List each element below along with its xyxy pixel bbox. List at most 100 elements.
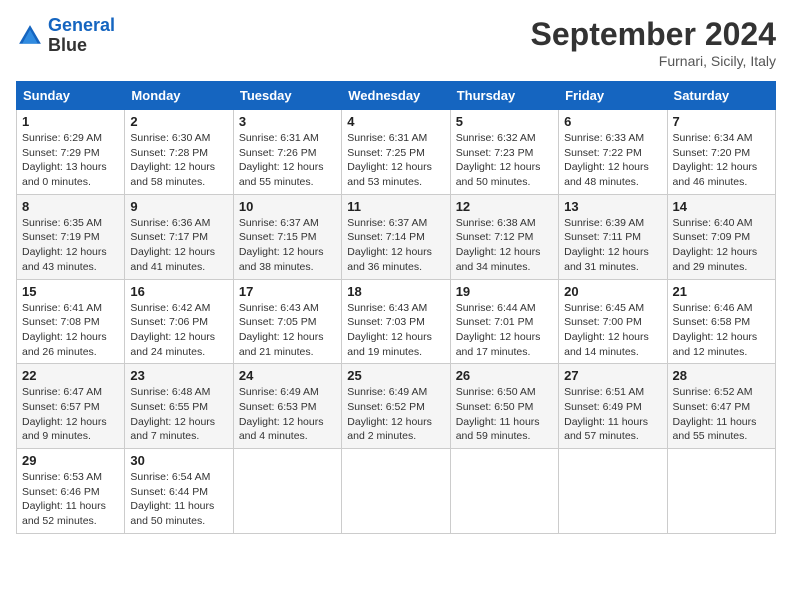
calendar-cell: 7Sunrise: 6:34 AMSunset: 7:20 PMDaylight… [667,110,775,195]
calendar-cell: 24Sunrise: 6:49 AMSunset: 6:53 PMDayligh… [233,364,341,449]
calendar-cell: 12 Sunrise: 6:38 AMSunset: 7:12 PMDayligh… [450,194,558,279]
calendar-cell: 2 Sunrise: 6:30 AMSunset: 7:28 PMDaylight… [125,110,233,195]
day-detail: Sunrise: 6:43 AMSunset: 7:05 PMDaylight:… [239,301,336,360]
calendar-cell: 15 Sunrise: 6:41 AMSunset: 7:08 PMDayligh… [17,279,125,364]
day-number: 30 [130,453,227,468]
day-detail: Sunrise: 6:38 AMSunset: 7:12 PMDaylight:… [456,216,553,275]
page-header: GeneralBlue September 2024 Furnari, Sici… [16,16,776,69]
day-detail: Sunrise: 6:33 AMSunset: 7:22 PMDaylight:… [564,131,661,190]
day-detail: Sunrise: 6:54 AMSunset: 6:44 PMDaylight:… [130,470,227,529]
day-detail: Sunrise: 6:36 AMSunset: 7:17 PMDaylight:… [130,216,227,275]
calendar-row-2: 8 Sunrise: 6:35 AMSunset: 7:19 PMDaylight… [17,194,776,279]
calendar-cell: 4 Sunrise: 6:31 AMSunset: 7:25 PMDaylight… [342,110,450,195]
calendar-cell [342,449,450,534]
day-detail: Sunrise: 6:42 AMSunset: 7:06 PMDaylight:… [130,301,227,360]
day-number: 17 [239,284,336,299]
calendar-cell [233,449,341,534]
day-number: 15 [22,284,119,299]
calendar-cell: 11 Sunrise: 6:37 AMSunset: 7:14 PMDayligh… [342,194,450,279]
calendar-row-3: 15 Sunrise: 6:41 AMSunset: 7:08 PMDayligh… [17,279,776,364]
calendar-cell: 13 Sunrise: 6:39 AMSunset: 7:11 PMDayligh… [559,194,667,279]
location-subtitle: Furnari, Sicily, Italy [531,53,776,69]
calendar-cell [450,449,558,534]
day-detail: Sunrise: 6:52 AMSunset: 6:47 PMDaylight:… [673,385,770,444]
calendar-cell: 26 Sunrise: 6:50 AMSunset: 6:50 PMDayligh… [450,364,558,449]
day-number: 24 [239,368,336,383]
col-header-friday: Friday [559,82,667,110]
day-number: 7 [673,114,770,129]
calendar-cell: 9 Sunrise: 6:36 AMSunset: 7:17 PMDaylight… [125,194,233,279]
calendar-cell: 17 Sunrise: 6:43 AMSunset: 7:05 PMDayligh… [233,279,341,364]
logo-icon [16,22,44,50]
day-detail: Sunrise: 6:30 AMSunset: 7:28 PMDaylight:… [130,131,227,190]
day-number: 16 [130,284,227,299]
day-number: 11 [347,199,444,214]
col-header-monday: Monday [125,82,233,110]
day-number: 23 [130,368,227,383]
col-header-tuesday: Tuesday [233,82,341,110]
col-header-saturday: Saturday [667,82,775,110]
day-number: 26 [456,368,553,383]
calendar-row-4: 22 Sunrise: 6:47 AMSunset: 6:57 PMDayligh… [17,364,776,449]
calendar-cell: 6 Sunrise: 6:33 AMSunset: 7:22 PMDaylight… [559,110,667,195]
day-number: 1 [22,114,119,129]
day-number: 29 [22,453,119,468]
day-detail: Sunrise: 6:46 AMSunset: 6:58 PMDaylight:… [673,301,770,360]
day-number: 8 [22,199,119,214]
day-number: 4 [347,114,444,129]
calendar-cell [559,449,667,534]
calendar-cell: 5Sunrise: 6:32 AMSunset: 7:23 PMDaylight… [450,110,558,195]
day-number: 12 [456,199,553,214]
calendar-cell: 10 Sunrise: 6:37 AMSunset: 7:15 PMDayligh… [233,194,341,279]
col-header-wednesday: Wednesday [342,82,450,110]
day-number: 2 [130,114,227,129]
calendar-cell: 19Sunrise: 6:44 AMSunset: 7:01 PMDayligh… [450,279,558,364]
logo-text: GeneralBlue [48,16,115,56]
title-block: September 2024 Furnari, Sicily, Italy [531,16,776,69]
logo: GeneralBlue [16,16,115,56]
day-detail: Sunrise: 6:39 AMSunset: 7:11 PMDaylight:… [564,216,661,275]
calendar-cell: 16 Sunrise: 6:42 AMSunset: 7:06 PMDayligh… [125,279,233,364]
day-detail: Sunrise: 6:35 AMSunset: 7:19 PMDaylight:… [22,216,119,275]
day-number: 19 [456,284,553,299]
month-title: September 2024 [531,16,776,53]
col-header-thursday: Thursday [450,82,558,110]
calendar-table: SundayMondayTuesdayWednesdayThursdayFrid… [16,81,776,534]
calendar-cell: 30 Sunrise: 6:54 AMSunset: 6:44 PMDayligh… [125,449,233,534]
day-number: 13 [564,199,661,214]
day-number: 22 [22,368,119,383]
day-detail: Sunrise: 6:45 AMSunset: 7:00 PMDaylight:… [564,301,661,360]
calendar-cell: 28Sunrise: 6:52 AMSunset: 6:47 PMDayligh… [667,364,775,449]
day-detail: Sunrise: 6:43 AMSunset: 7:03 PMDaylight:… [347,301,444,360]
day-detail: Sunrise: 6:41 AMSunset: 7:08 PMDaylight:… [22,301,119,360]
day-detail: Sunrise: 6:29 AMSunset: 7:29 PMDaylight:… [22,131,119,190]
day-number: 18 [347,284,444,299]
day-detail: Sunrise: 6:32 AMSunset: 7:23 PMDaylight:… [456,131,553,190]
calendar-cell: 14Sunrise: 6:40 AMSunset: 7:09 PMDayligh… [667,194,775,279]
calendar-row-5: 29Sunrise: 6:53 AMSunset: 6:46 PMDayligh… [17,449,776,534]
calendar-cell: 20Sunrise: 6:45 AMSunset: 7:00 PMDayligh… [559,279,667,364]
day-detail: Sunrise: 6:49 AMSunset: 6:52 PMDaylight:… [347,385,444,444]
calendar-cell: 27Sunrise: 6:51 AMSunset: 6:49 PMDayligh… [559,364,667,449]
day-detail: Sunrise: 6:37 AMSunset: 7:15 PMDaylight:… [239,216,336,275]
calendar-cell: 23 Sunrise: 6:48 AMSunset: 6:55 PMDayligh… [125,364,233,449]
calendar-cell [667,449,775,534]
day-number: 25 [347,368,444,383]
calendar-cell: 1 Sunrise: 6:29 AMSunset: 7:29 PMDaylight… [17,110,125,195]
day-number: 6 [564,114,661,129]
calendar-row-1: 1 Sunrise: 6:29 AMSunset: 7:29 PMDaylight… [17,110,776,195]
day-detail: Sunrise: 6:50 AMSunset: 6:50 PMDaylight:… [456,385,553,444]
calendar-cell: 8 Sunrise: 6:35 AMSunset: 7:19 PMDaylight… [17,194,125,279]
calendar-cell: 3Sunrise: 6:31 AMSunset: 7:26 PMDaylight… [233,110,341,195]
day-detail: Sunrise: 6:51 AMSunset: 6:49 PMDaylight:… [564,385,661,444]
day-number: 10 [239,199,336,214]
day-number: 9 [130,199,227,214]
col-header-sunday: Sunday [17,82,125,110]
calendar-cell: 21Sunrise: 6:46 AMSunset: 6:58 PMDayligh… [667,279,775,364]
day-detail: Sunrise: 6:40 AMSunset: 7:09 PMDaylight:… [673,216,770,275]
day-number: 3 [239,114,336,129]
day-detail: Sunrise: 6:37 AMSunset: 7:14 PMDaylight:… [347,216,444,275]
day-detail: Sunrise: 6:48 AMSunset: 6:55 PMDaylight:… [130,385,227,444]
day-detail: Sunrise: 6:47 AMSunset: 6:57 PMDaylight:… [22,385,119,444]
day-detail: Sunrise: 6:31 AMSunset: 7:25 PMDaylight:… [347,131,444,190]
